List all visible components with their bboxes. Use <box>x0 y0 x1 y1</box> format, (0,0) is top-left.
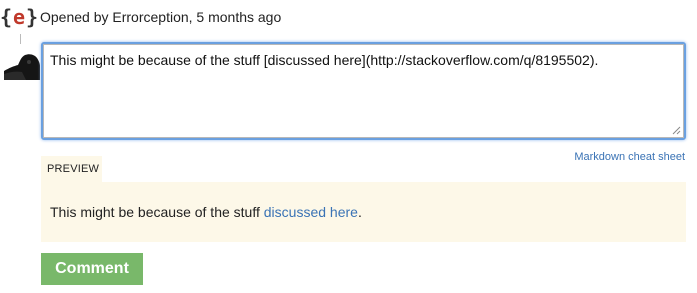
preview-discussed-link[interactable]: discussed here <box>264 204 358 220</box>
comment-button[interactable]: Comment <box>41 253 143 285</box>
preview-text: This might be because of the stuff discu… <box>50 204 362 220</box>
comment-header: { e } Opened by Errorception, 5 months a… <box>0 4 282 30</box>
markdown-cheat-sheet-link[interactable]: Markdown cheat sheet <box>574 151 685 163</box>
logo-left-brace: { <box>0 5 12 29</box>
errorception-logo-icon: { e } <box>0 4 38 30</box>
comment-textarea[interactable]: This might be because of the stuff [disc… <box>43 44 684 138</box>
preview-tab: PREVIEW <box>41 156 102 182</box>
preview-panel: This might be because of the stuff discu… <box>41 182 686 242</box>
preview-text-after: . <box>357 204 362 220</box>
resize-grip-icon[interactable] <box>672 126 681 135</box>
comment-textarea-frame: This might be because of the stuff [disc… <box>41 42 686 140</box>
user-avatar <box>4 44 40 80</box>
logo-right-brace: } <box>26 5 39 29</box>
avatar-silhouette-icon <box>4 44 40 80</box>
logo-letter: e <box>12 5 26 29</box>
preview-text-before: This might be because of the stuff <box>50 204 264 220</box>
opened-by-text: Opened by Errorception, 5 months ago <box>40 9 282 25</box>
